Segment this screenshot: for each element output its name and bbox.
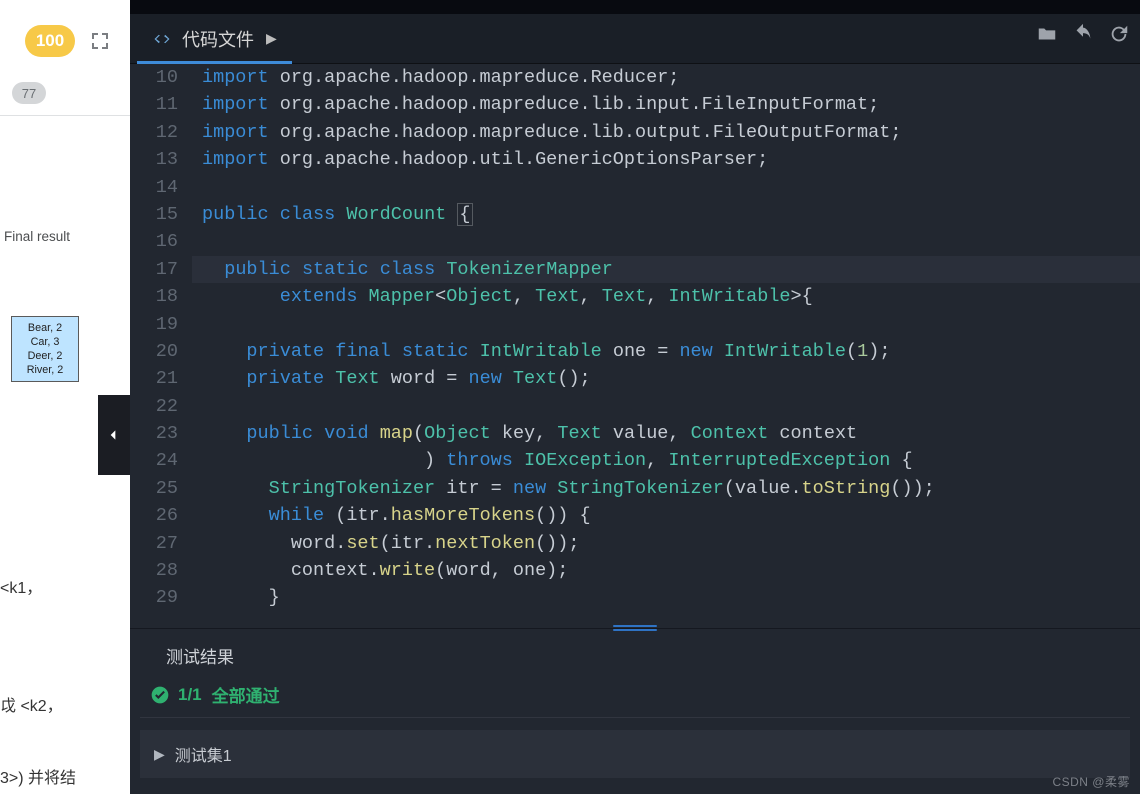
line-number: 15 — [130, 201, 178, 228]
pass-count: 1/1 — [178, 685, 202, 705]
code-line: public void map(Object key, Text value, … — [192, 420, 1140, 447]
line-number: 29 — [130, 584, 178, 611]
line-number: 12 — [130, 119, 178, 146]
code-line — [192, 174, 1140, 201]
divider — [0, 115, 130, 116]
bottom-panel: 测试结果 1/1 全部通过 ▶ 测试集1 — [130, 634, 1140, 794]
line-number: 22 — [130, 393, 178, 420]
chevron-left-icon — [106, 427, 122, 443]
pass-status-row: 1/1 全部通过 — [140, 676, 1130, 718]
code-icon — [152, 29, 172, 49]
code-area[interactable]: import org.apache.hadoop.mapreduce.Reduc… — [192, 64, 1140, 624]
expand-icon[interactable] — [88, 29, 112, 53]
code-editor[interactable]: 1011121314151617181920212223242526272829… — [130, 64, 1140, 624]
result-tab-bar: 测试结果 — [130, 634, 1140, 676]
line-number: 27 — [130, 530, 178, 557]
tab-bar: 代码文件 ▶ — [130, 14, 1140, 64]
chevron-right-icon: ▶ — [266, 30, 277, 47]
code-line: private Text word = new Text(); — [192, 365, 1140, 392]
folder-icon[interactable] — [1036, 23, 1058, 45]
line-number: 19 — [130, 311, 178, 338]
line-number: 10 — [130, 64, 178, 91]
test-set-row[interactable]: ▶ 测试集1 — [140, 730, 1130, 778]
code-line: } — [192, 584, 1140, 611]
code-line — [192, 311, 1140, 338]
line-number: 21 — [130, 365, 178, 392]
line-number: 20 — [130, 338, 178, 365]
code-line: StringTokenizer itr = new StringTokenize… — [192, 475, 1140, 502]
result-line: Deer, 2 — [12, 349, 78, 363]
line-gutter: 1011121314151617181920212223242526272829 — [130, 64, 192, 624]
score-badge: 100 — [25, 25, 75, 57]
tab-test-results[interactable]: 测试结果 — [166, 643, 234, 676]
line-number: 26 — [130, 502, 178, 529]
watermark: CSDN @柔雾 — [1052, 773, 1130, 790]
pass-text: 全部通过 — [212, 682, 280, 707]
code-line: context.write(word, one); — [192, 557, 1140, 584]
count-badge: 77 — [12, 82, 46, 104]
code-line: private final static IntWritable one = n… — [192, 338, 1140, 365]
final-result-label: Final result — [4, 229, 70, 244]
line-number: 23 — [130, 420, 178, 447]
check-circle-icon — [150, 685, 170, 705]
code-line: import org.apache.hadoop.mapreduce.lib.i… — [192, 91, 1140, 118]
window-top-strip — [130, 0, 1140, 14]
line-number: 24 — [130, 447, 178, 474]
chevron-right-icon: ▶ — [154, 746, 165, 763]
code-line: public static class TokenizerMapper — [192, 256, 1140, 283]
snippet-text-2: 戉 <k2， — [0, 692, 120, 716]
code-line: public class WordCount { — [192, 201, 1140, 228]
refresh-icon[interactable] — [1108, 23, 1130, 45]
code-line: import org.apache.hadoop.mapreduce.lib.o… — [192, 119, 1140, 146]
line-number: 11 — [130, 91, 178, 118]
line-number: 13 — [130, 146, 178, 173]
grip-icon — [613, 625, 657, 633]
result-line: Bear, 2 — [12, 321, 78, 335]
tab-code-file[interactable]: 代码文件 ▶ — [130, 14, 299, 63]
line-number: 17 — [130, 256, 178, 283]
result-line: Car, 3 — [12, 335, 78, 349]
line-number: 25 — [130, 475, 178, 502]
code-line: import org.apache.hadoop.util.GenericOpt… — [192, 146, 1140, 173]
line-number: 16 — [130, 228, 178, 255]
line-number: 28 — [130, 557, 178, 584]
code-line: word.set(itr.nextToken()); — [192, 530, 1140, 557]
resize-handle[interactable] — [130, 624, 1140, 634]
code-line — [192, 393, 1140, 420]
collapse-handle[interactable] — [98, 395, 130, 475]
code-line: extends Mapper<Object, Text, Text, IntWr… — [192, 283, 1140, 310]
snippet-text-1: <k1， — [0, 574, 90, 598]
code-line: while (itr.hasMoreTokens()) { — [192, 502, 1140, 529]
result-line: River, 2 — [12, 363, 78, 377]
toolbar-right — [1036, 23, 1130, 45]
code-line: ) throws IOException, InterruptedExcepti… — [192, 447, 1140, 474]
undo-icon[interactable] — [1072, 23, 1094, 45]
line-number: 18 — [130, 283, 178, 310]
line-number: 14 — [130, 174, 178, 201]
right-panel: 代码文件 ▶ 101112131415161718192021222324252… — [130, 14, 1140, 794]
code-line: import org.apache.hadoop.mapreduce.Reduc… — [192, 64, 1140, 91]
result-box: Bear, 2 Car, 3 Deer, 2 River, 2 — [11, 316, 79, 382]
code-line — [192, 228, 1140, 255]
test-set-label: 测试集1 — [175, 742, 232, 766]
snippet-text-3: 3>) 并将结 — [0, 764, 130, 788]
tab-label: 代码文件 — [182, 26, 254, 52]
